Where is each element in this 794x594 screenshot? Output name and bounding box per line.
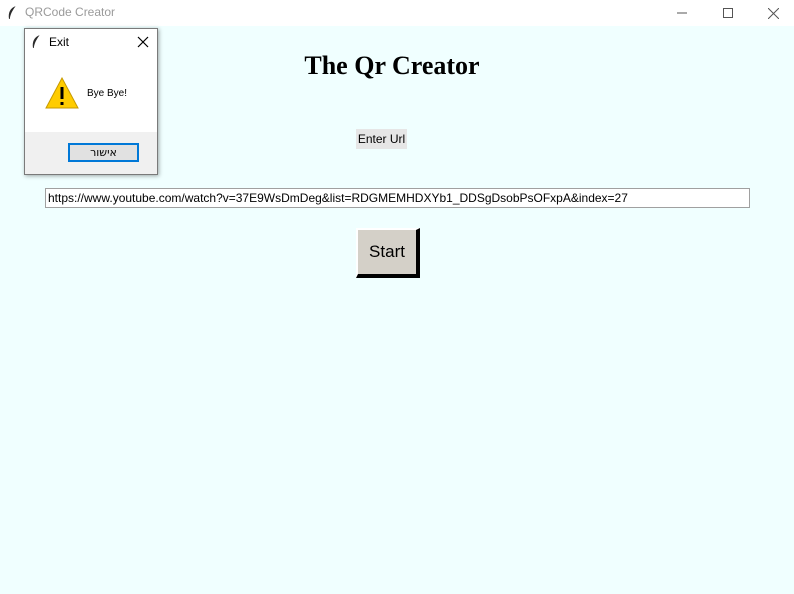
window-title: QRCode Creator [25,5,116,19]
feather-icon [30,34,42,50]
title-bar[interactable]: QRCode Creator [0,0,794,26]
ok-button[interactable]: אישור [68,143,139,162]
warning-icon [45,76,79,109]
url-label: Enter Url [356,129,407,149]
close-icon [767,7,779,19]
dialog-message: Bye Bye! [87,88,128,99]
feather-icon [6,5,18,21]
dialog-title: Exit [49,35,70,49]
minimize-button[interactable] [659,0,705,26]
dialog-footer: אישור [25,132,157,174]
maximize-button[interactable] [705,0,751,26]
url-input[interactable] [45,188,750,208]
maximize-icon [723,8,733,18]
close-button[interactable] [750,0,794,26]
app-window: QRCode Creator The Qr Creator Enter Url … [0,0,794,594]
exit-dialog: Exit Bye Bye! אישור [24,28,158,175]
minimize-icon [677,8,687,18]
dialog-close-icon[interactable] [135,34,151,50]
start-button[interactable]: Start [356,228,420,278]
